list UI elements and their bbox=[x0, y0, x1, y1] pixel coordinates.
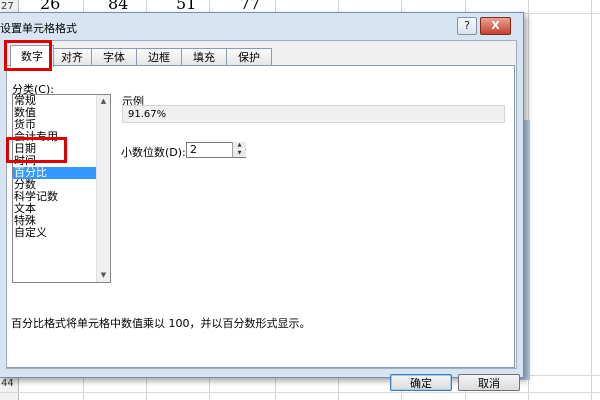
dialog-title: 设置单元格格式 bbox=[0, 22, 77, 35]
highlight-box-percentage bbox=[6, 137, 67, 163]
tab-fill[interactable]: 填充 bbox=[181, 48, 227, 66]
row-number: 44 bbox=[1, 378, 14, 389]
format-cells-dialog: 设置单元格格式 ? X 数字 对齐 字体 边框 填充 保护 分类(C): 常规 … bbox=[0, 12, 524, 391]
scroll-down-icon[interactable]: ▼ bbox=[97, 269, 110, 282]
row-number: 27 bbox=[1, 1, 14, 12]
dialog-panel: 数字 对齐 字体 边框 填充 保护 分类(C): 常规 数值 货币 会计专用 日… bbox=[6, 40, 520, 391]
format-description: 百分比格式将单元格中数值乘以 100，并以百分数形式显示。 bbox=[11, 317, 311, 330]
scroll-up-icon[interactable]: ▲ bbox=[97, 95, 110, 108]
tab-protection[interactable]: 保护 bbox=[226, 48, 272, 66]
tab-font[interactable]: 字体 bbox=[91, 48, 137, 66]
decimal-places-label: 小数位数(D): bbox=[121, 146, 186, 159]
cancel-button[interactable]: 取消 bbox=[458, 374, 520, 391]
help-button[interactable]: ? bbox=[457, 17, 477, 35]
dialog-titlebar[interactable]: 设置单元格格式 ? X bbox=[0, 13, 523, 39]
decimal-places-stepper[interactable]: ▲ ▼ bbox=[232, 142, 246, 158]
list-scrollbar[interactable]: ▲ ▼ bbox=[96, 95, 110, 282]
spin-up-icon[interactable]: ▲ bbox=[233, 142, 246, 149]
tab-alignment[interactable]: 对齐 bbox=[52, 48, 92, 66]
category-list[interactable]: 常规 数值 货币 会计专用 日期 时间 百分比 分数 科学记数 文本 特殊 自定… bbox=[12, 94, 111, 283]
tab-border[interactable]: 边框 bbox=[136, 48, 182, 66]
spin-down-icon[interactable]: ▼ bbox=[233, 150, 246, 157]
sample-preview: 91.67% bbox=[122, 105, 505, 123]
highlight-box-number-tab bbox=[4, 40, 52, 71]
ok-button[interactable]: 确定 bbox=[390, 374, 452, 391]
close-button[interactable]: X bbox=[480, 17, 511, 35]
